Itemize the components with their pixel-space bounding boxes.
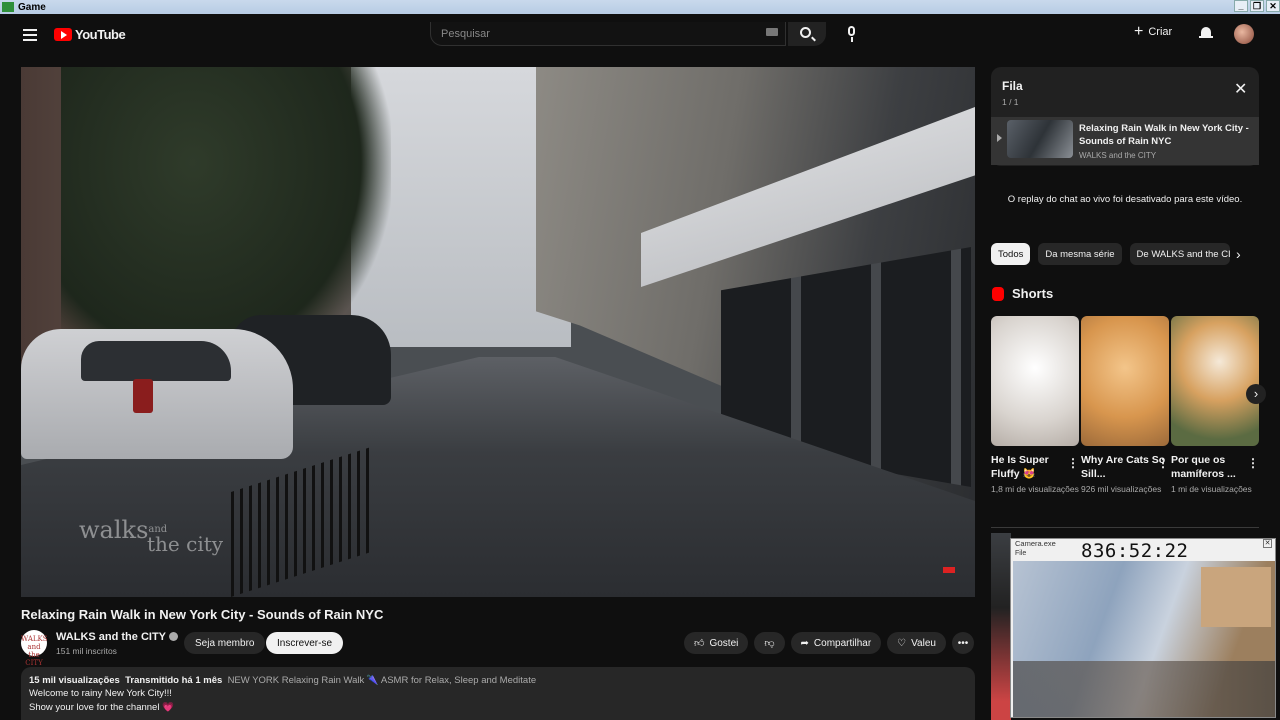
window-titlebar: Game _ ❐ ✕	[0, 0, 1280, 14]
create-label: Criar	[1148, 26, 1173, 38]
related-thumbnails-strip[interactable]	[991, 533, 1011, 720]
queue-count: 1 / 1	[1002, 97, 1019, 107]
short-title: Por que os mamíferos ...	[1171, 454, 1236, 480]
close-icon[interactable]: ✕	[1263, 539, 1272, 548]
video-white-car	[21, 329, 293, 459]
create-button[interactable]: + Criar	[1134, 23, 1173, 40]
description-tags: NEW YORK Relaxing Rain Walk 🌂 ASMR for R…	[227, 675, 537, 686]
camera-box	[1201, 567, 1271, 627]
dislike-icon: 👎︎	[764, 638, 775, 649]
channel-name[interactable]: WALKS and the CITY	[56, 631, 178, 643]
short-views: 1,8 mi de visualizações	[991, 484, 1079, 494]
short-thumbnail[interactable]	[1081, 316, 1169, 446]
minimize-button[interactable]: _	[1234, 0, 1248, 12]
close-window-button[interactable]: ✕	[1266, 0, 1280, 12]
chip-all[interactable]: Todos	[991, 243, 1031, 265]
queue-thumbnail[interactable]	[1007, 120, 1073, 158]
shorts-icon	[992, 286, 1004, 301]
section-divider	[991, 527, 1259, 528]
video-player[interactable]: walksand the city	[21, 67, 975, 597]
short-thumbnail[interactable]	[1171, 316, 1259, 446]
plus-icon: +	[1134, 23, 1144, 40]
shorts-title: Shorts	[1012, 286, 1054, 301]
queue-item[interactable]: Relaxing Rain Walk in New York City - So…	[991, 117, 1259, 165]
short-title: Why Are Cats So Sill...	[1081, 454, 1166, 480]
thanks-icon: ♡	[897, 637, 907, 649]
description-line: Welcome to rainy New York City!!!	[29, 688, 172, 700]
search-placeholder: Pesquisar	[441, 28, 490, 40]
description-box[interactable]: 15 mil visualizações Transmitido há 1 mê…	[21, 667, 975, 720]
dislike-button[interactable]: 👎︎	[754, 632, 785, 654]
verified-icon	[169, 632, 178, 641]
subscribe-button[interactable]: Inscrever-se	[266, 632, 344, 654]
queue-item-title: Relaxing Rain Walk in New York City - So…	[1079, 123, 1249, 147]
camera-title: Camera.exe	[1015, 539, 1056, 548]
short-thumbnail[interactable]	[991, 316, 1079, 446]
play-logo-icon	[54, 28, 72, 41]
camera-floor	[1013, 661, 1275, 717]
more-icon: •••	[957, 637, 969, 649]
camera-feed	[1013, 561, 1275, 717]
queue-item-channel: WALKS and the CITY	[1079, 151, 1157, 160]
short-card[interactable]: Why Are Cats So Sill... 926 mil visualiz…	[1081, 316, 1169, 495]
more-actions-button[interactable]: •••	[951, 632, 974, 654]
channel-avatar[interactable]: WALKS and the CITY	[21, 630, 48, 667]
search-button[interactable]	[788, 22, 826, 46]
keyboard-icon[interactable]	[766, 28, 778, 36]
chip-same-series[interactable]: Da mesma série	[1038, 243, 1122, 265]
youtube-logo[interactable]: YouTube	[54, 27, 126, 42]
join-button[interactable]: Seja membro	[184, 632, 266, 654]
queue-title: Fila	[1002, 79, 1023, 93]
app-icon	[2, 2, 14, 12]
short-card[interactable]: Por que os mamíferos ... 1 mi de visuali…	[1171, 316, 1259, 495]
top-bar: YouTube Pesquisar + Criar	[0, 14, 1280, 54]
queue-panel: Fila 1 / 1 ✕ Relaxing Rain Walk in New Y…	[991, 67, 1259, 166]
description-line: Show your love for the channel 💗	[29, 701, 174, 713]
live-indicator	[943, 567, 955, 573]
search-icon	[800, 27, 811, 38]
share-icon: ➦	[800, 637, 809, 649]
subscriber-count: 151 mil inscritos	[56, 646, 117, 656]
short-title: He Is Super Fluffy 😻	[991, 454, 1049, 480]
short-views: 926 mil visualizações	[1081, 484, 1162, 494]
maximize-button[interactable]: ❐	[1250, 0, 1264, 12]
account-avatar[interactable]	[1234, 24, 1254, 44]
mic-icon[interactable]	[842, 24, 862, 44]
search-input[interactable]: Pesquisar	[430, 22, 786, 46]
video-title: Relaxing Rain Walk in New York City - So…	[21, 607, 384, 622]
chat-replay-notice: O replay do chat ao vivo foi desativado …	[1007, 194, 1243, 205]
shorts-header: Shorts	[992, 286, 1053, 301]
like-button[interactable]: 👍︎ Gostei	[684, 632, 749, 654]
stream-date: Transmitido há 1 mês	[125, 675, 223, 686]
more-icon[interactable]: ⋮	[1157, 456, 1169, 470]
thanks-button[interactable]: ♡ Valeu	[887, 632, 946, 654]
view-count: 15 mil visualizações	[29, 675, 120, 686]
window-controls: _ ❐ ✕	[1234, 0, 1280, 12]
chip-from-channel[interactable]: De WALKS and the CITY	[1129, 243, 1230, 265]
more-icon[interactable]: ⋮	[1247, 456, 1259, 470]
close-icon[interactable]: ✕	[1234, 82, 1247, 98]
more-icon[interactable]: ⋮	[1067, 456, 1079, 470]
filter-chips: Todos Da mesma série De WALKS and the CI…	[991, 243, 1230, 265]
camera-timer: 836:52:22	[1081, 540, 1189, 562]
logo-text: YouTube	[75, 27, 126, 42]
hamburger-icon[interactable]	[23, 29, 37, 44]
short-card[interactable]: He Is Super Fluffy 😻 1,8 mi de visualiza…	[991, 316, 1079, 495]
video-watermark: walksand the city	[79, 516, 224, 556]
chevron-right-icon[interactable]: ›	[1246, 384, 1266, 404]
playing-icon	[997, 134, 1002, 142]
bell-icon[interactable]	[1199, 26, 1213, 40]
chevron-right-icon[interactable]: ›	[1236, 246, 1241, 262]
short-views: 1 mi de visualizações	[1171, 484, 1252, 494]
video-actions: 👍︎ Gostei 👎︎ ➦ Compartilhar ♡ Valeu •••	[684, 632, 974, 654]
camera-window[interactable]: Camera.exe ✕ File 836:52:22	[1010, 538, 1276, 718]
window-title: Game	[18, 1, 46, 13]
share-button[interactable]: ➦ Compartilhar	[790, 632, 882, 654]
like-icon: 👍︎	[694, 638, 705, 649]
